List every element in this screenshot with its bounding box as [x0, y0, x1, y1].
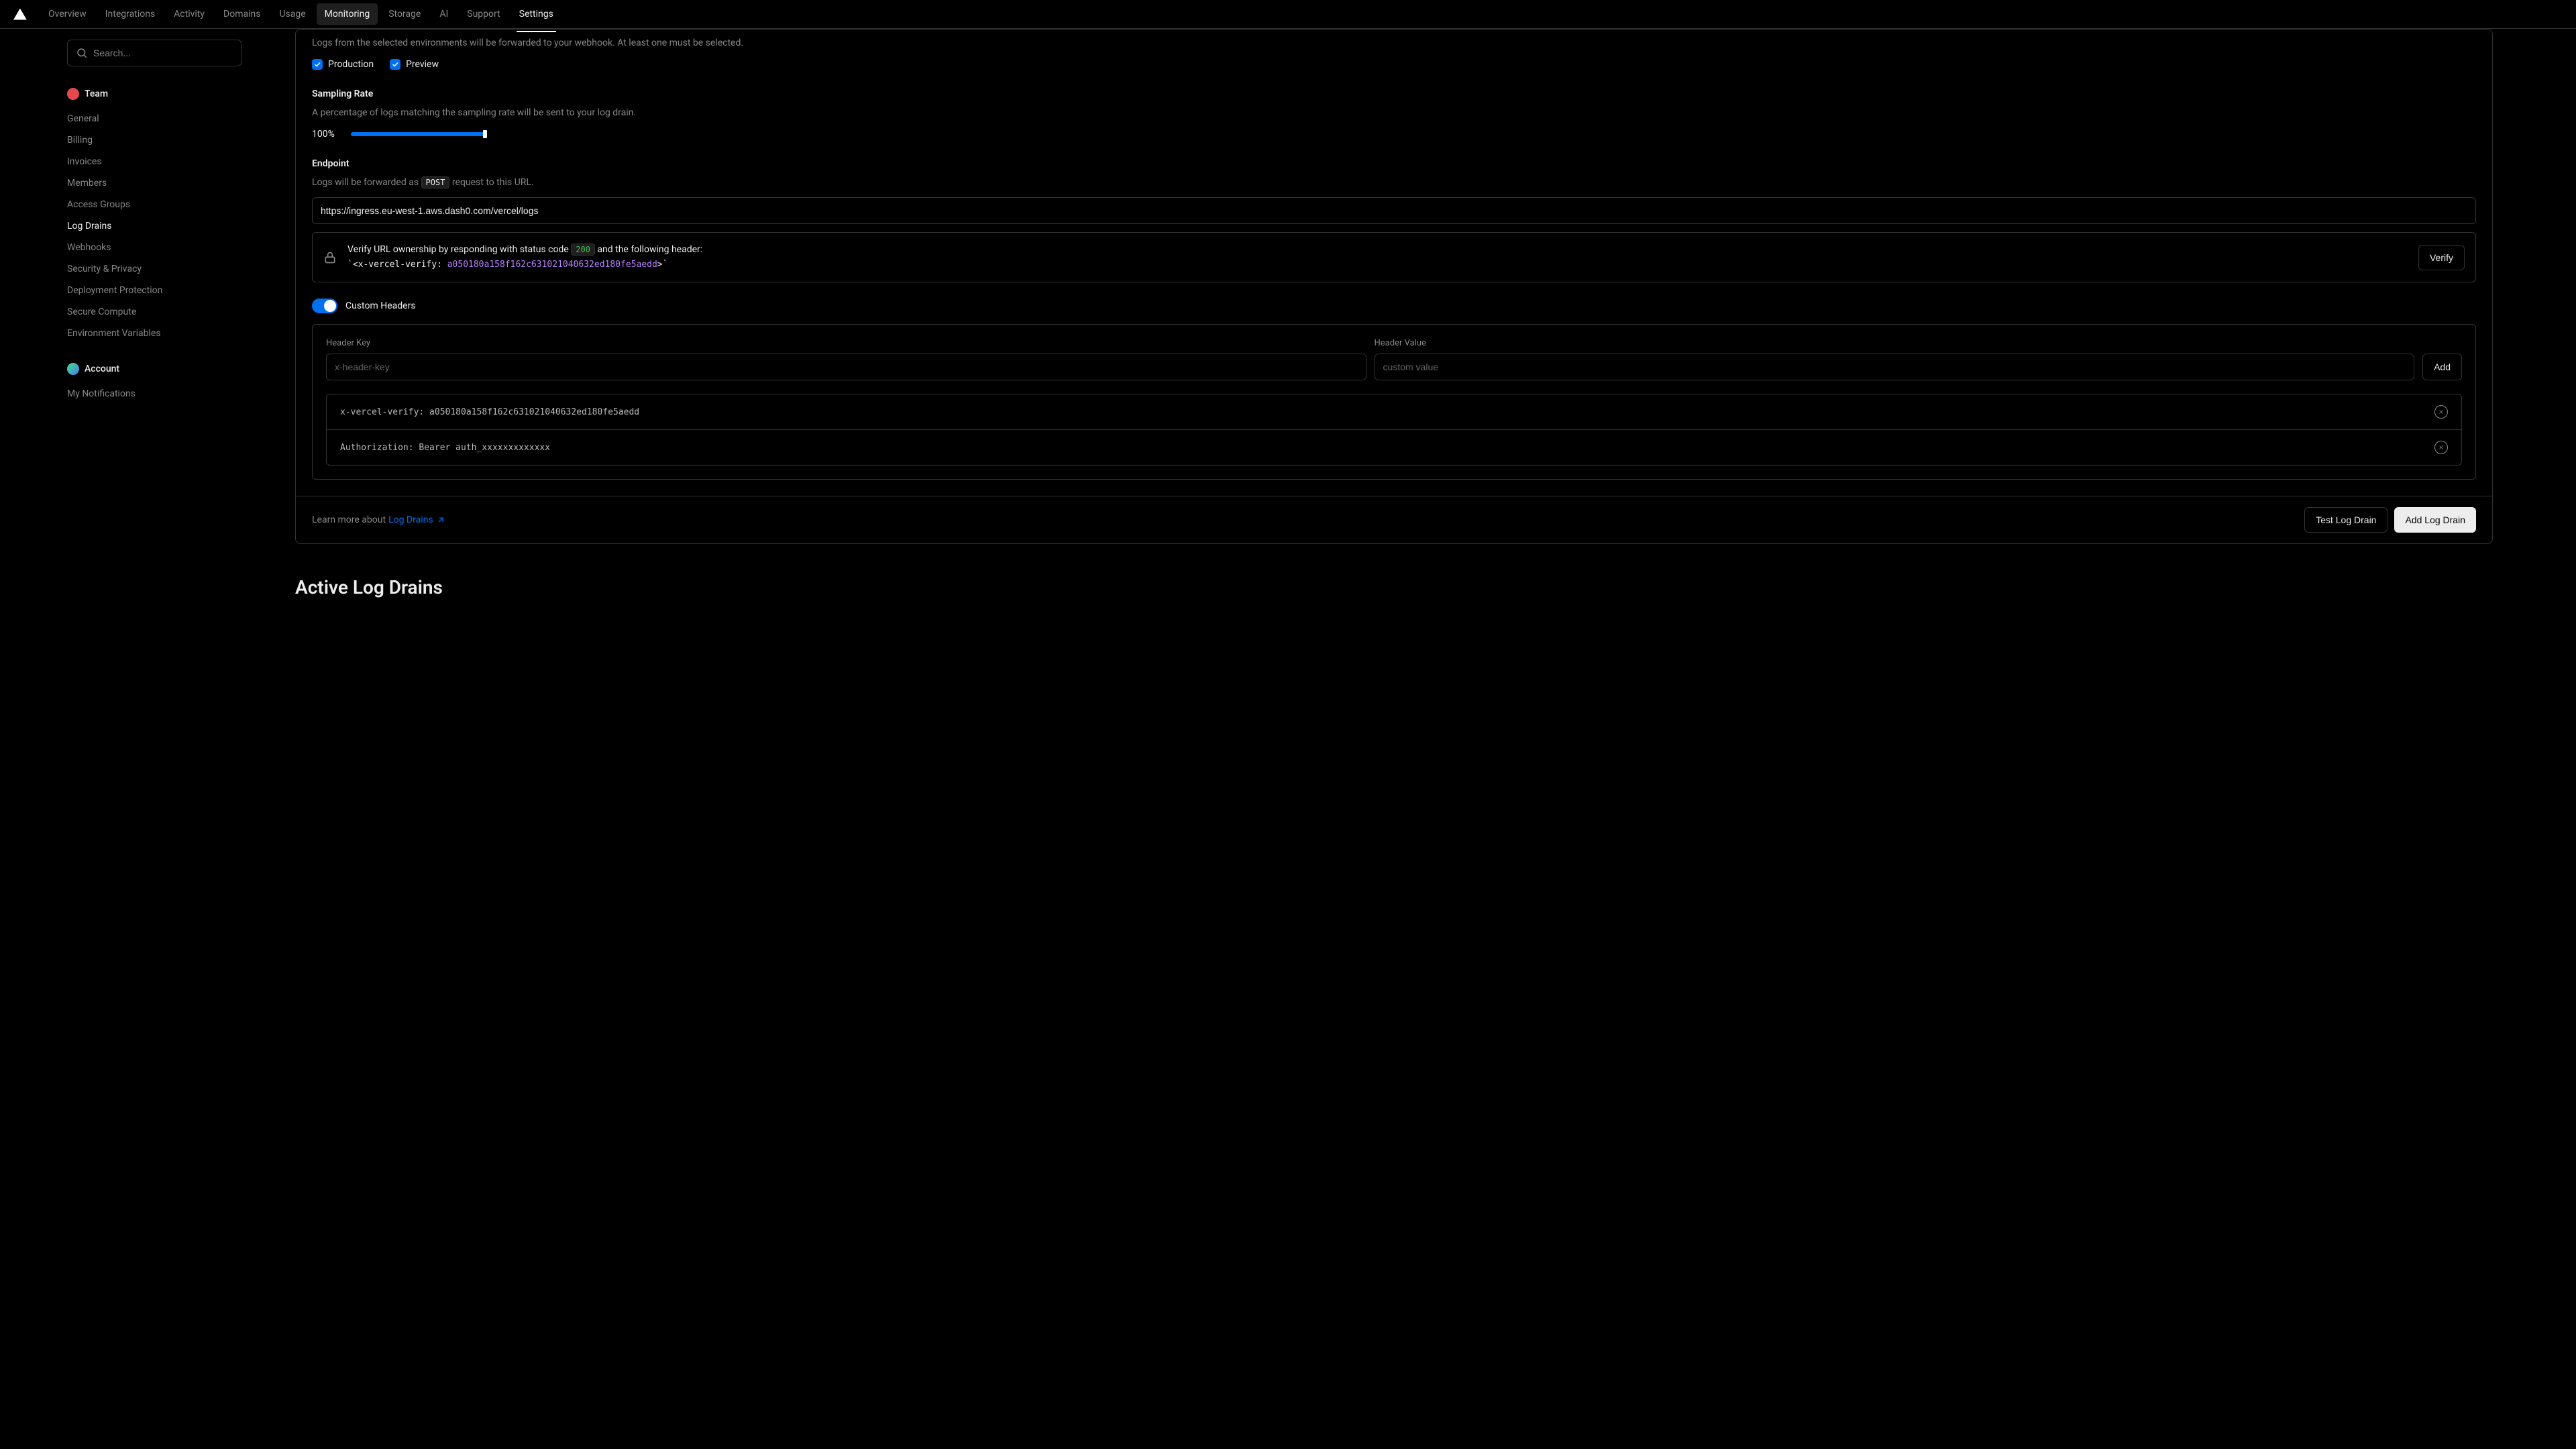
- lock-icon: [323, 251, 337, 264]
- toggle-knob: [324, 300, 336, 312]
- verify-callout: Verify URL ownership by responding with …: [312, 232, 2476, 282]
- sidebar-item-log-drains[interactable]: Log Drains: [67, 215, 241, 237]
- nav-item-integrations[interactable]: Integrations: [97, 3, 163, 25]
- nav-item-storage[interactable]: Storage: [380, 3, 429, 25]
- sidebar-item-secure-compute[interactable]: Secure Compute: [67, 301, 241, 323]
- test-log-drain-button[interactable]: Test Log Drain: [2304, 507, 2387, 533]
- header-row-text: Authorization: Bearer auth_xxxxxxxxxxxxx: [340, 443, 2434, 453]
- nav-item-settings[interactable]: Settings: [511, 3, 561, 25]
- add-header-button[interactable]: Add: [2422, 354, 2462, 380]
- vercel-logo[interactable]: [13, 8, 27, 20]
- close-icon: [2438, 409, 2445, 415]
- footer-learn-text: Learn more about: [312, 515, 386, 525]
- custom-headers-toggle[interactable]: [312, 299, 337, 313]
- sidebar-item-my-notifications[interactable]: My Notifications: [67, 383, 241, 405]
- sampling-value: 100%: [312, 129, 340, 140]
- account-label-text: Account: [85, 364, 119, 374]
- sidebar-search[interactable]: [67, 40, 241, 66]
- production-label: Production: [328, 59, 374, 70]
- sidebar-item-security-privacy[interactable]: Security & Privacy: [67, 258, 241, 280]
- preview-checkbox[interactable]: Preview: [390, 59, 439, 70]
- header-key-input[interactable]: [326, 354, 1366, 380]
- account-section-label: Account: [67, 358, 241, 380]
- sidebar-item-access-groups[interactable]: Access Groups: [67, 194, 241, 215]
- nav-item-usage[interactable]: Usage: [271, 3, 313, 25]
- checkbox-checked-icon: [390, 59, 400, 70]
- endpoint-desc-prefix: Logs will be forwarded as: [312, 177, 421, 188]
- sidebar-item-invoices[interactable]: Invoices: [67, 151, 241, 172]
- verify-text-prefix: Verify URL ownership by responding with …: [347, 244, 571, 255]
- endpoint-method-pill: POST: [421, 176, 450, 189]
- slider-handle[interactable]: [483, 130, 487, 138]
- external-link-icon: [436, 515, 445, 525]
- close-icon: [2438, 444, 2445, 451]
- team-label-text: Team: [85, 89, 108, 99]
- sampling-title: Sampling Rate: [312, 89, 2476, 99]
- nav-item-monitoring[interactable]: Monitoring: [317, 3, 378, 25]
- nav-item-activity[interactable]: Activity: [166, 3, 213, 25]
- sidebar-item-deployment-protection[interactable]: Deployment Protection: [67, 280, 241, 301]
- active-log-drains-heading: Active Log Drains: [295, 576, 2493, 598]
- add-log-drain-button[interactable]: Add Log Drain: [2394, 507, 2476, 533]
- endpoint-url-input[interactable]: [312, 197, 2476, 224]
- header-row: x-vercel-verify: a050180a158f162c6310210…: [327, 394, 2461, 429]
- log-drains-doc-link[interactable]: Log Drains: [388, 515, 445, 525]
- main-content: Logs from the selected environments will…: [241, 29, 2509, 625]
- headers-list: x-vercel-verify: a050180a158f162c6310210…: [326, 394, 2462, 466]
- log-drain-form-card: Logs from the selected environments will…: [295, 29, 2493, 544]
- top-nav: OverviewIntegrationsActivityDomainsUsage…: [0, 0, 2576, 29]
- sidebar: Team GeneralBillingInvoicesMembersAccess…: [67, 29, 241, 625]
- sidebar-item-members[interactable]: Members: [67, 172, 241, 194]
- card-footer: Learn more about Log Drains Test Log Dra…: [296, 496, 2492, 543]
- search-icon: [76, 47, 88, 59]
- header-key-label: Header Key: [326, 338, 1366, 348]
- endpoint-title: Endpoint: [312, 158, 2476, 169]
- sidebar-item-general[interactable]: General: [67, 108, 241, 129]
- checkbox-checked-icon: [312, 59, 323, 70]
- nav-item-domains[interactable]: Domains: [215, 3, 268, 25]
- verify-header-line: `<x-vercel-verify: a050180a158f162c63102…: [347, 260, 667, 270]
- sidebar-item-webhooks[interactable]: Webhooks: [67, 237, 241, 258]
- sidebar-item-billing[interactable]: Billing: [67, 129, 241, 151]
- custom-headers-panel: Header Key Header Value Add x-vercel-ver…: [312, 324, 2476, 480]
- env-description: Logs from the selected environments will…: [312, 38, 2476, 48]
- verify-button[interactable]: Verify: [2418, 245, 2465, 270]
- remove-header-button[interactable]: [2434, 405, 2448, 419]
- verify-header-suffix: >: [657, 260, 663, 270]
- remove-header-button[interactable]: [2434, 441, 2448, 454]
- header-row: Authorization: Bearer auth_xxxxxxxxxxxxx: [327, 429, 2461, 465]
- team-section-label: Team: [67, 83, 241, 105]
- header-value-input[interactable]: [1375, 354, 2415, 380]
- verify-header-prefix: <x-vercel-verify:: [353, 260, 447, 270]
- verify-token: a050180a158f162c631021040632ed180fe5aedd: [447, 260, 657, 270]
- production-checkbox[interactable]: Production: [312, 59, 374, 70]
- sampling-slider[interactable]: [351, 132, 485, 136]
- verify-text-mid: and the following header:: [595, 244, 702, 255]
- search-input[interactable]: [93, 48, 233, 58]
- header-row-text: x-vercel-verify: a050180a158f162c6310210…: [340, 407, 2434, 417]
- team-avatar: [67, 88, 79, 100]
- preview-label: Preview: [406, 59, 439, 70]
- endpoint-description: Logs will be forwarded as POST request t…: [312, 177, 2476, 188]
- sampling-description: A percentage of logs matching the sampli…: [312, 107, 2476, 118]
- header-value-label: Header Value: [1375, 338, 2415, 348]
- verify-status-code: 200: [571, 244, 595, 256]
- nav-item-overview[interactable]: Overview: [40, 3, 95, 25]
- sidebar-item-environment-variables[interactable]: Environment Variables: [67, 323, 241, 344]
- account-avatar: [67, 363, 79, 375]
- endpoint-desc-suffix: request to this URL.: [452, 177, 534, 188]
- custom-headers-label: Custom Headers: [345, 301, 416, 311]
- nav-item-support[interactable]: Support: [459, 3, 508, 25]
- footer-link-text: Log Drains: [388, 515, 433, 525]
- nav-item-ai[interactable]: AI: [431, 3, 456, 25]
